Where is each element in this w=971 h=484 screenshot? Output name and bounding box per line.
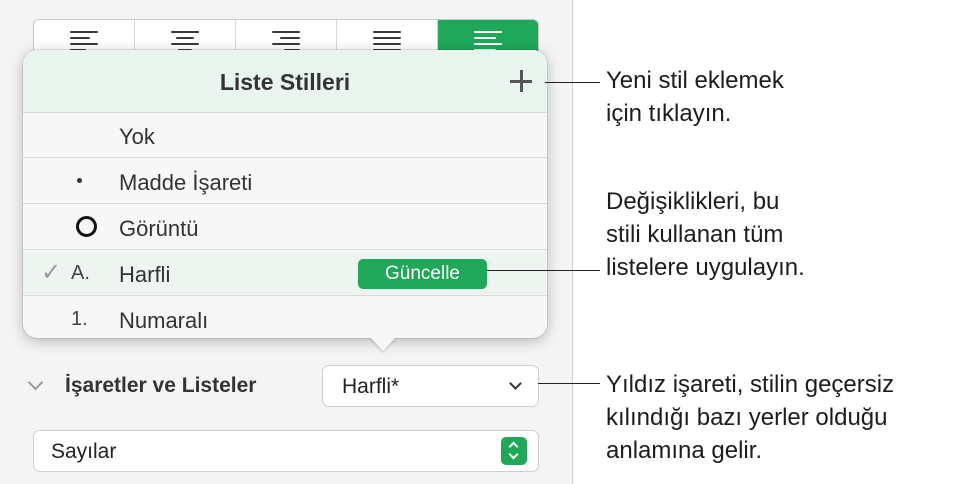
- checkmark-icon: ✓: [41, 259, 62, 286]
- callout-add: Yeni stil eklemek için tıklayın.: [606, 64, 784, 130]
- callout-text: listelere uygulayın.: [606, 254, 805, 281]
- callout-text: için tıklayın.: [606, 100, 732, 127]
- add-style-button[interactable]: [507, 67, 535, 95]
- callout-asterisk: Yıldız işareti, stilin geçersiz kılındığ…: [606, 368, 894, 467]
- callout-text: Yıldız işareti, stilin geçersiz: [606, 371, 895, 398]
- align-center-icon: [171, 31, 199, 51]
- callout-text: kılındığı bazı yerler olduğu: [606, 404, 888, 431]
- callout-text: Değişiklikleri, bu: [606, 188, 780, 215]
- bullet-icon: [77, 178, 82, 183]
- section-title: İşaretler ve Listeler: [65, 374, 257, 397]
- list-item-prefix: 1.: [71, 308, 88, 330]
- callout-text: stili kullanan tüm: [606, 221, 784, 248]
- callout-text: Yeni stil eklemek: [606, 67, 784, 94]
- list-style-rows: Yok Madde İşareti Görüntü ✓ A. Harfli Gü…: [23, 112, 547, 338]
- popover-title: Liste Stilleri: [219, 69, 351, 95]
- list-style-none[interactable]: Yok: [23, 112, 547, 158]
- popover-header: Liste Stilleri: [23, 50, 547, 113]
- list-item-prefix: A.: [71, 262, 90, 284]
- list-type-value: Sayılar: [51, 440, 117, 463]
- image-bullet-icon: [76, 216, 97, 237]
- inspector-panel: Liste Stilleri Yok Madde İşareti Görüntü…: [0, 0, 573, 484]
- align-right-icon: [272, 31, 300, 51]
- update-button[interactable]: Güncelle: [358, 259, 487, 289]
- callout-line-add: [545, 82, 600, 83]
- auto-align-icon: [474, 31, 502, 51]
- list-item-label: Harfli: [119, 262, 171, 287]
- popover-arrow: [369, 336, 397, 351]
- list-type-select[interactable]: Sayılar: [33, 430, 539, 472]
- justify-icon: [373, 31, 401, 51]
- callout-line-update: [487, 270, 600, 271]
- list-item-label: Numaralı: [119, 308, 209, 333]
- list-item-label: Görüntü: [119, 216, 199, 241]
- updown-stepper-icon: [501, 437, 527, 465]
- list-style-numbered[interactable]: 1. Numaralı: [23, 296, 547, 338]
- callout-text: anlamına gelir.: [606, 437, 763, 464]
- list-style-lettered[interactable]: ✓ A. Harfli Güncelle: [23, 250, 547, 296]
- align-left-icon: [70, 31, 98, 51]
- list-style-image[interactable]: Görüntü: [23, 204, 547, 250]
- callout-update: Değişiklikleri, bu stili kullanan tüm li…: [606, 185, 805, 284]
- list-style-bullet[interactable]: Madde İşareti: [23, 158, 547, 204]
- list-item-label: Yok: [119, 124, 155, 149]
- list-item-label: Madde İşareti: [119, 170, 253, 195]
- list-styles-popover: Liste Stilleri Yok Madde İşareti Görüntü…: [23, 50, 547, 338]
- list-style-select[interactable]: Harfli*: [322, 365, 539, 407]
- disclosure-chevron-icon[interactable]: [27, 374, 44, 391]
- chevron-down-icon: [509, 377, 522, 390]
- list-style-value: Harfli*: [342, 375, 400, 398]
- callout-line-asterisk: [538, 383, 600, 384]
